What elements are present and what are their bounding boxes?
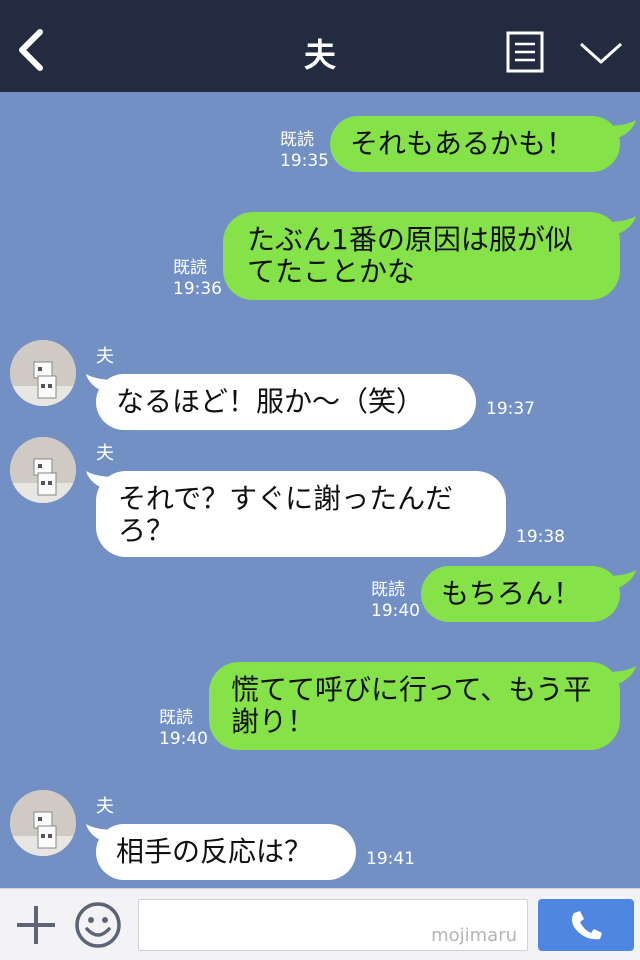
message-time: 19:41 [366,849,415,869]
chat-title: 夫 [303,36,336,74]
read-receipt: 既読 [371,580,405,600]
phone-icon [572,911,602,940]
sender-name: 夫 [96,443,114,464]
message-text: 慌てて呼びに行って、もう平謝り！ [231,673,592,738]
message-status: 既読 19:36 [173,258,222,300]
message-time: 19:35 [280,151,329,171]
message-bubble[interactable]: たぶん1番の原因は服が似てたことかな [223,212,620,300]
message-time: 19:40 [371,601,420,621]
message-input[interactable]: mojimaru [138,899,528,951]
bubble-tail [606,216,636,236]
avatar-image [10,437,76,503]
sender-name: 夫 [96,796,114,817]
message-status: 既読 19:40 [159,708,208,750]
input-bar: mojimaru [0,888,640,960]
watermark-text: mojimaru [431,925,517,946]
message-time: 19:38 [516,527,565,547]
message-time: 19:37 [486,399,535,419]
message-bubble[interactable]: 慌てて呼びに行って、もう平謝り！ [209,662,620,750]
bubble-tail [606,120,636,140]
message-bubble[interactable]: それもあるかも！ [330,116,620,172]
read-receipt: 既読 [173,258,207,278]
message-text: それで？すぐに謝ったんだろ？ [118,482,454,547]
header-bar: 夫 [0,0,640,92]
avatar[interactable] [10,437,76,503]
message-text: なるほど！服か〜（笑） [116,385,425,418]
avatar-image [10,340,76,406]
bubble-tail [606,570,636,590]
bubble-tail [606,666,636,686]
avatar-image [10,790,76,856]
notes-icon[interactable] [506,31,544,73]
message-status: 既読 19:35 [280,130,329,172]
message-bubble[interactable]: それで？すぐに謝ったんだろ？ [96,471,506,557]
message-time: 19:40 [159,729,208,749]
message-bubble[interactable]: 相手の反応は？ [96,824,356,880]
message-text: それもあるかも！ [350,127,575,160]
plus-icon[interactable] [14,903,58,947]
message-text: もちろん！ [441,577,582,610]
message-text: たぶん1番の原因は服が似てたことかな [247,223,573,288]
read-receipt: 既読 [159,708,193,728]
avatar[interactable] [10,790,76,856]
message-bubble[interactable]: なるほど！服か〜（笑） [96,374,476,430]
message-status: 既読 19:40 [371,580,420,622]
message-time: 19:36 [173,279,222,299]
emoji-icon[interactable] [74,901,122,949]
avatar[interactable] [10,340,76,406]
call-button[interactable] [538,899,634,951]
chevron-down-icon[interactable] [578,38,624,68]
read-receipt: 既読 [280,130,314,150]
sender-name: 夫 [96,346,114,367]
message-bubble[interactable]: もちろん！ [421,566,620,622]
message-text: 相手の反応は？ [116,835,313,868]
